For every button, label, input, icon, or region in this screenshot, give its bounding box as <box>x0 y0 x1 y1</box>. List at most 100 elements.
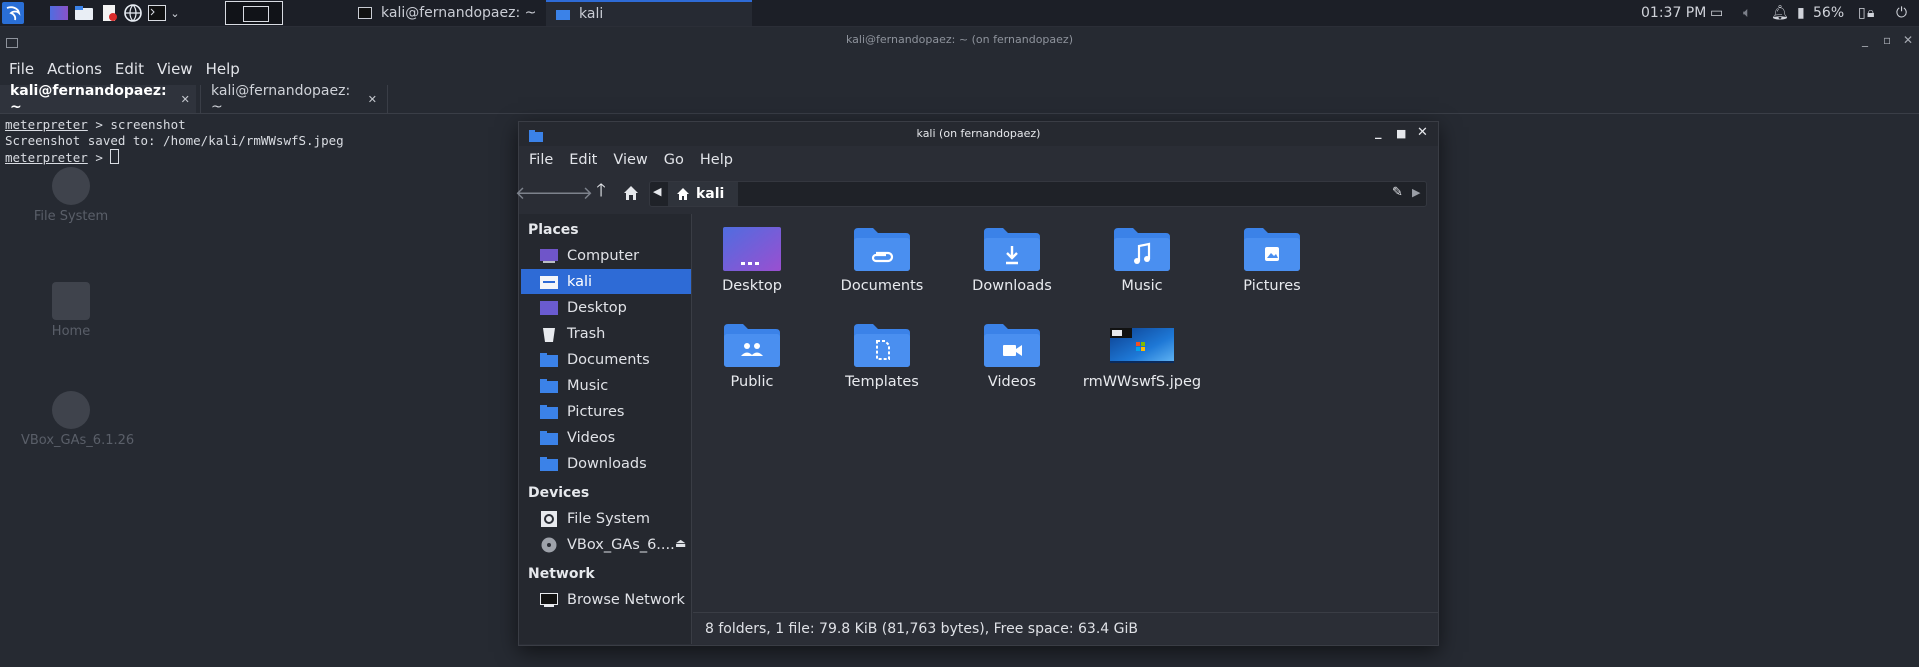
pictures-folder-icon <box>1244 228 1300 271</box>
item-desktop[interactable]: Desktop <box>692 226 812 294</box>
workspace-thumbnail <box>243 6 269 22</box>
places-heading: Places <box>528 222 579 238</box>
text-cursor <box>110 149 120 164</box>
file-manager-icon[interactable] <box>73 2 95 24</box>
item-templates[interactable]: Templates <box>822 322 942 390</box>
sidebar-item-kali[interactable]: kali <box>521 269 691 294</box>
item-pictures[interactable]: Pictures <box>1212 226 1332 294</box>
minimize-button[interactable]: _ <box>1862 33 1868 47</box>
up-arrow-icon[interactable]: 🡑 <box>589 180 613 204</box>
battery-icon[interactable]: ▮ <box>1797 0 1805 26</box>
sidebar-item-documents[interactable]: Documents <box>521 347 691 372</box>
menu-go[interactable]: Go <box>664 152 684 168</box>
sidebar-item-label: Documents <box>567 351 650 368</box>
sidebar-item-label: Trash <box>567 325 606 342</box>
close-button[interactable]: ✕ <box>1417 125 1428 140</box>
sidebar-item-browse-network[interactable]: Browse Network <box>521 587 691 612</box>
terminal-console[interactable]: meterpreter > screenshot Screenshot save… <box>5 117 344 166</box>
menu-help[interactable]: Help <box>700 152 733 168</box>
item-screenshot-jpeg[interactable]: rmWWswfS.jpeg <box>1082 322 1202 390</box>
path-crumb-kali[interactable]: kali <box>668 182 738 206</box>
downloads-folder-icon <box>540 456 558 471</box>
show-desktop-icon[interactable] <box>48 2 70 24</box>
desktop-icon-home[interactable]: Home <box>21 282 121 339</box>
menu-edit[interactable]: Edit <box>569 152 597 168</box>
home-icon[interactable] <box>619 182 643 204</box>
forward-arrow-icon[interactable]: 🡒 <box>545 182 593 204</box>
network-heading: Network <box>528 566 595 582</box>
desktop-icon-vbox[interactable]: VBox_GAs_6.1.26 <box>21 391 134 448</box>
item-label: Downloads <box>972 278 1052 294</box>
battery-percent: 56% <box>1813 5 1845 21</box>
sidebar-item-pictures[interactable]: Pictures <box>521 399 691 424</box>
terminal-tab-2[interactable]: kali@fernandopaez: ~ ✕ <box>200 83 388 115</box>
battery-status-icon[interactable]: ▯ <box>1858 0 1866 26</box>
terminal-title: kali@fernandopaez: ~ (on fernandopaez) <box>846 33 1073 46</box>
path-crumb-label: kali <box>696 186 725 202</box>
sidebar-item-computer[interactable]: Computer <box>521 243 691 268</box>
desktop-icon-label: Home <box>51 324 91 339</box>
browser-icon[interactable] <box>122 2 144 24</box>
menu-file[interactable]: File <box>9 60 34 78</box>
maximize-button[interactable]: ▫ <box>1883 33 1891 47</box>
task-filemanager[interactable]: kali <box>546 0 752 26</box>
item-documents[interactable]: Documents <box>822 226 942 294</box>
maximize-button[interactable]: ■ <box>1396 127 1406 140</box>
menu-file[interactable]: File <box>529 152 553 168</box>
menu-actions[interactable]: Actions <box>47 60 102 78</box>
volume-icon[interactable]: 🔈︎ <box>1743 0 1751 26</box>
display-icon[interactable]: ▭ <box>1710 0 1723 26</box>
terminal-tab-1[interactable]: kali@fernandopaez: ~ ✕ <box>0 83 196 115</box>
item-label: Documents <box>840 278 924 294</box>
minimize-button[interactable]: _ <box>1375 125 1382 140</box>
menu-help[interactable]: Help <box>206 60 240 78</box>
videos-folder-icon <box>540 430 558 445</box>
kali-menu-icon[interactable] <box>2 2 24 24</box>
sidebar-item-downloads[interactable]: Downloads <box>521 451 691 476</box>
chevron-down-icon[interactable]: ⌄ <box>164 2 186 24</box>
folder-icon <box>556 8 570 20</box>
sidebar-item-trash[interactable]: Trash <box>521 321 691 346</box>
item-music[interactable]: Music <box>1082 226 1202 294</box>
task-terminal[interactable]: kali@fernandopaez: ~ <box>354 0 540 26</box>
eject-icon[interactable]: ⏏ <box>675 536 686 550</box>
terminal-titlebar[interactable]: kali@fernandopaez: ~ (on fernandopaez) _… <box>0 27 1919 57</box>
lock-icon[interactable]: 🔒︎ <box>1867 0 1874 26</box>
menu-edit[interactable]: Edit <box>115 60 144 78</box>
item-public[interactable]: Public <box>692 322 812 390</box>
task-label: kali@fernandopaez: ~ <box>381 5 537 21</box>
tab-label: kali@fernandopaez: ~ <box>10 83 167 115</box>
fm-titlebar[interactable]: kali (on fernandopaez) _ ■ ✕ <box>519 122 1438 146</box>
sidebar-item-label: kali <box>567 273 593 290</box>
workspace-switcher[interactable] <box>225 1 283 25</box>
clock[interactable]: 01:37 PM <box>1641 0 1706 26</box>
desktop-icon-filesystem[interactable]: File System <box>21 167 121 224</box>
path-left-arrow-icon[interactable]: ◀ <box>653 185 661 198</box>
item-videos[interactable]: Videos <box>952 322 1072 390</box>
desktop-icon-label: File System <box>33 209 109 224</box>
logout-icon[interactable]: ⏻ <box>1896 0 1907 26</box>
sidebar-item-music[interactable]: Music <box>521 373 691 398</box>
item-downloads[interactable]: Downloads <box>952 226 1072 294</box>
menu-view[interactable]: View <box>157 60 193 78</box>
text-editor-icon[interactable] <box>98 2 120 24</box>
output-line: Screenshot saved to: /home/kali/rmWWswfS… <box>5 133 344 148</box>
edit-path-icon[interactable]: ✎ <box>1392 185 1403 200</box>
sidebar-item-filesystem[interactable]: File System <box>521 506 691 531</box>
sidebar-item-videos[interactable]: Videos <box>521 425 691 450</box>
task-label: kali <box>579 6 604 22</box>
sidebar-item-vbox[interactable]: VBox_GAs_6.... ⏏ <box>521 532 691 557</box>
location-bar[interactable]: ◀ kali ✎ ▶ <box>649 181 1427 207</box>
fm-menubar: File Edit View Go Help <box>519 148 739 172</box>
desktop-icon <box>540 300 558 315</box>
notification-bell-icon[interactable]: 🔔︎ <box>1771 0 1789 26</box>
command: > screenshot <box>87 117 186 132</box>
tab-label: kali@fernandopaez: ~ <box>211 83 351 115</box>
menu-view[interactable]: View <box>613 152 647 168</box>
sidebar-item-desktop[interactable]: Desktop <box>521 295 691 320</box>
close-tab-icon[interactable]: ✕ <box>368 93 377 106</box>
close-button[interactable]: ✕ <box>1903 33 1913 47</box>
close-tab-icon[interactable]: ✕ <box>181 93 190 106</box>
item-label: Templates <box>845 374 919 390</box>
path-right-arrow-icon[interactable]: ▶ <box>1412 186 1420 199</box>
